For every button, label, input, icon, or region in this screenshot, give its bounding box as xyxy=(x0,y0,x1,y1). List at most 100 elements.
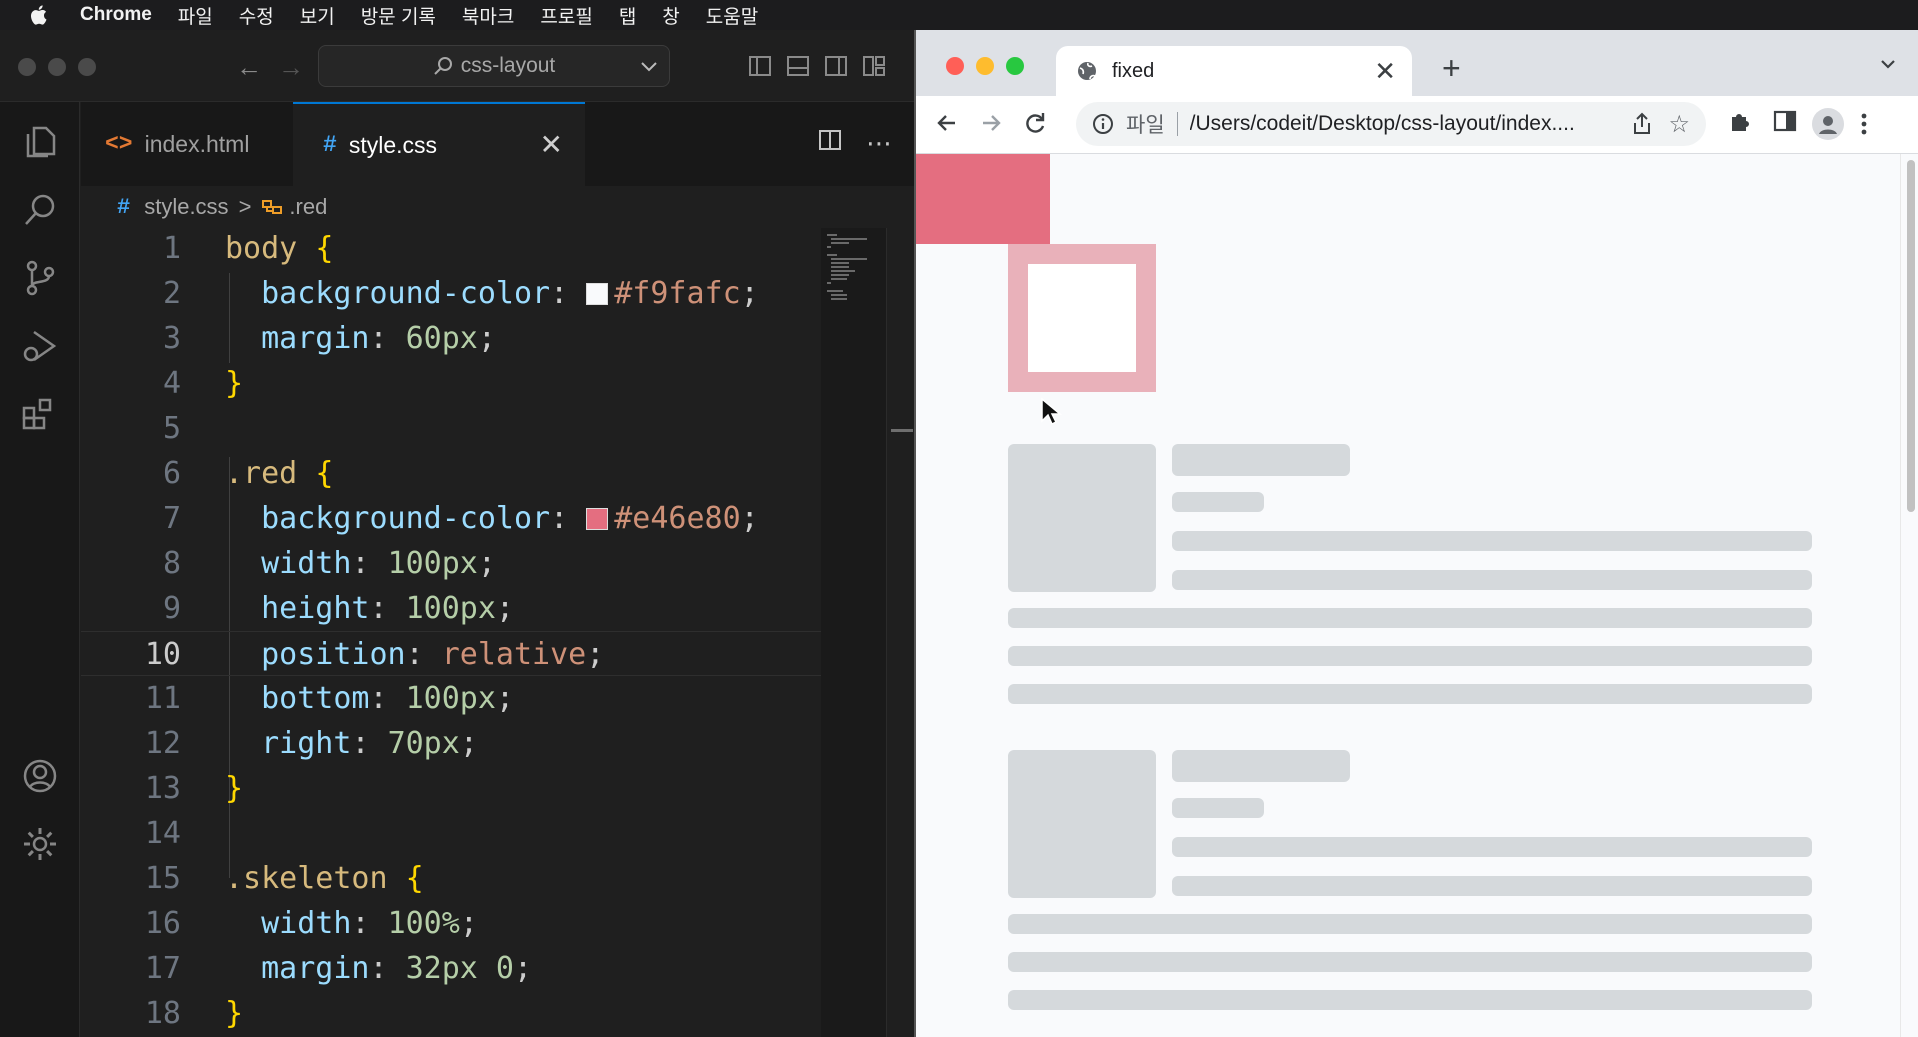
explorer-icon[interactable] xyxy=(16,118,64,166)
breadcrumb-file[interactable]: style.css xyxy=(144,194,228,220)
code-text: height: 100px; xyxy=(225,586,514,631)
code-line[interactable]: 4} xyxy=(81,361,821,406)
menu-profiles[interactable]: 프로필 xyxy=(540,2,592,29)
mouse-pointer-icon xyxy=(1041,397,1062,426)
code-line[interactable]: 2 background-color: #f9fafc; xyxy=(81,271,821,316)
minimap-line xyxy=(831,266,849,268)
toggle-secondary-sidebar-icon[interactable] xyxy=(824,54,848,78)
skeleton-line xyxy=(1172,531,1812,551)
browser-tab-active[interactable]: fixed ✕ xyxy=(1056,46,1412,96)
minimap-line xyxy=(827,246,831,248)
code-line[interactable]: 10 position: relative; xyxy=(81,631,821,676)
back-arrow-icon[interactable] xyxy=(934,110,960,143)
code-text: margin: 32px 0; xyxy=(225,946,532,991)
scrollbar-thumb[interactable] xyxy=(1907,160,1915,512)
minimap[interactable] xyxy=(821,228,886,1037)
menu-window[interactable]: 창 xyxy=(662,2,679,29)
address-bar[interactable]: 파일 /Users/codeit/Desktop/css-layout/inde… xyxy=(1076,102,1706,146)
new-tab-plus-icon[interactable]: + xyxy=(1442,50,1461,87)
code-line[interactable]: 16 width: 100%; xyxy=(81,901,821,946)
split-editor-icon[interactable] xyxy=(818,128,842,159)
chevron-down-icon[interactable] xyxy=(639,52,659,86)
code-line[interactable]: 18} xyxy=(81,991,821,1036)
code-line[interactable]: 3 margin: 60px; xyxy=(81,316,821,361)
minimize-window-button[interactable] xyxy=(976,57,994,75)
accounts-icon[interactable] xyxy=(16,752,64,800)
line-number: 9 xyxy=(162,591,181,626)
menu-file[interactable]: 파일 xyxy=(178,2,213,29)
skeleton-line xyxy=(1172,876,1812,896)
line-number: 17 xyxy=(144,951,181,986)
tab-index-html[interactable]: <> index.html xyxy=(81,102,293,186)
code-line[interactable]: 12 right: 70px; xyxy=(81,721,821,766)
run-debug-icon[interactable] xyxy=(16,322,64,370)
menu-history[interactable]: 방문 기록 xyxy=(361,2,436,29)
editor-scrollbar[interactable] xyxy=(886,228,914,1037)
toggle-panel-icon[interactable] xyxy=(786,54,810,78)
close-tab-icon[interactable]: ✕ xyxy=(540,128,563,161)
menu-bookmarks[interactable]: 북마크 xyxy=(462,2,514,29)
code-line[interactable]: 15 .skeleton { xyxy=(81,856,821,901)
search-icon[interactable] xyxy=(16,186,64,234)
side-panel-icon[interactable] xyxy=(1772,108,1798,134)
minimize-window-button[interactable] xyxy=(48,58,66,76)
code-line[interactable]: 5 xyxy=(81,406,821,451)
info-icon[interactable] xyxy=(1092,113,1114,135)
code-token: : xyxy=(369,591,406,626)
code-line[interactable]: 7 background-color: #e46e80; xyxy=(81,496,821,541)
apple-icon[interactable] xyxy=(30,4,52,26)
zoom-window-button[interactable] xyxy=(1006,57,1024,75)
menu-view[interactable]: 보기 xyxy=(300,2,335,29)
back-arrow-icon[interactable]: ← xyxy=(236,52,262,83)
toggle-primary-sidebar-icon[interactable] xyxy=(748,54,772,78)
code-editor[interactable]: 1 body {2 background-color: #f9fafc; 3 mar… xyxy=(81,228,821,1037)
code-token: margin xyxy=(261,951,370,986)
menu-edit[interactable]: 수정 xyxy=(239,2,274,29)
zoom-window-button[interactable] xyxy=(78,58,96,76)
color-swatch[interactable] xyxy=(586,283,609,305)
breadcrumb-symbol[interactable]: .red xyxy=(289,194,327,220)
manage-gear-icon[interactable] xyxy=(16,820,64,868)
menu-tab[interactable]: 탭 xyxy=(619,2,636,29)
skeleton-line xyxy=(1008,952,1812,972)
forward-arrow-icon[interactable]: → xyxy=(278,52,304,83)
menu-app-name[interactable]: Chrome xyxy=(80,4,152,26)
source-control-icon[interactable] xyxy=(16,254,64,302)
code-line[interactable]: 8 width: 100px; xyxy=(81,541,821,586)
code-line[interactable]: 1 body { xyxy=(81,226,821,271)
code-brackets-icon: <> xyxy=(105,131,133,157)
code-token: 100px xyxy=(405,591,496,626)
share-icon[interactable] xyxy=(1632,112,1652,142)
tab-style-css[interactable]: # style.css ✕ xyxy=(293,102,585,186)
page-scrollbar[interactable] xyxy=(1900,154,1918,1037)
tab-search-chevron-icon[interactable] xyxy=(1878,54,1898,79)
code-token: 60px xyxy=(405,321,478,356)
code-line[interactable]: 9 height: 100px; xyxy=(81,586,821,631)
code-token: width xyxy=(261,906,352,941)
code-line[interactable]: 13} xyxy=(81,766,821,811)
kebab-menu-icon[interactable] xyxy=(1860,112,1868,136)
code-line[interactable]: 17 margin: 32px 0; xyxy=(81,946,821,991)
extensions-icon[interactable] xyxy=(16,390,64,438)
code-token: : xyxy=(550,501,587,536)
code-line[interactable]: 14 xyxy=(81,811,821,856)
color-swatch[interactable] xyxy=(586,508,609,530)
forward-arrow-icon[interactable] xyxy=(978,110,1004,143)
close-tab-icon[interactable]: ✕ xyxy=(1374,56,1396,87)
menu-help[interactable]: 도움말 xyxy=(706,2,758,29)
command-center-search[interactable]: css-layout xyxy=(318,45,670,87)
close-window-button[interactable] xyxy=(18,58,36,76)
code-line[interactable]: 11 bottom: 100px; xyxy=(81,676,821,721)
customize-layout-icon[interactable] xyxy=(862,54,886,78)
close-window-button[interactable] xyxy=(946,57,964,75)
line-number: 7 xyxy=(162,501,181,536)
bookmark-star-icon[interactable]: ☆ xyxy=(1668,110,1690,139)
code-line[interactable]: 6 .red { xyxy=(81,451,821,496)
reload-icon[interactable] xyxy=(1022,110,1048,143)
more-actions-icon[interactable]: ⋯ xyxy=(866,128,892,159)
extensions-puzzle-icon[interactable] xyxy=(1728,108,1754,134)
profile-avatar[interactable] xyxy=(1812,108,1844,140)
